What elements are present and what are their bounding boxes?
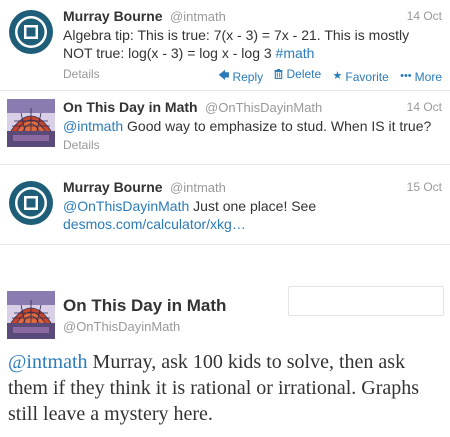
author-name[interactable]: On This Day in Math bbox=[63, 99, 198, 115]
favorite-button[interactable]: ★ Favorite bbox=[333, 69, 389, 85]
delete-label: Delete bbox=[286, 67, 322, 81]
tweet-text-body: Good way to emphasize to stud. When IS i… bbox=[123, 118, 432, 134]
expanded-tweet: On This Day in Math @OnThisDayinMath @in… bbox=[0, 244, 450, 437]
hashtag-link[interactable]: #math bbox=[276, 45, 315, 61]
intmath-logo-avatar[interactable] bbox=[7, 179, 55, 227]
polyhedron-dome-avatar[interactable] bbox=[7, 99, 55, 147]
mention-link[interactable]: @OnThisDayinMath bbox=[63, 198, 189, 214]
tweet-item[interactable]: On This Day in Math @OnThisDayinMath 14 … bbox=[0, 91, 450, 165]
favorite-label: Favorite bbox=[345, 69, 389, 84]
details-link[interactable]: Details bbox=[63, 67, 100, 81]
reply-arrow-icon: 🡄 bbox=[218, 70, 230, 82]
more-dots-icon: ••• bbox=[400, 70, 412, 82]
tweet-actions: 🡄 Reply Delete ★ Favorite ••• More bbox=[210, 66, 442, 85]
tweet-text: @OnThisDayinMath Just one place! See des… bbox=[63, 197, 442, 233]
reply-button[interactable]: 🡄 Reply bbox=[218, 69, 263, 85]
author-handle[interactable]: @intmath bbox=[170, 180, 226, 195]
expanded-author-handle[interactable]: @OnThisDayinMath bbox=[63, 319, 180, 334]
author-name[interactable]: Murray Bourne bbox=[63, 8, 163, 24]
tweet-timestamp[interactable]: 14 Oct bbox=[407, 100, 442, 114]
trash-icon bbox=[274, 69, 283, 79]
author-handle[interactable]: @intmath bbox=[170, 9, 226, 24]
tweet-text: Algebra tip: This is true: 7(x - 3) = 7x… bbox=[63, 26, 442, 62]
tweet-item[interactable]: Murray Bourne @intmath 14 Oct Algebra ti… bbox=[0, 0, 450, 91]
tweet-timestamp[interactable]: 14 Oct bbox=[407, 9, 442, 23]
tweet-item[interactable]: Murray Bourne @intmath 15 Oct @OnThisDay… bbox=[0, 165, 450, 244]
tweet-text-body: Just one place! See bbox=[189, 198, 317, 214]
follow-button-placeholder[interactable] bbox=[288, 286, 444, 316]
intmath-logo-avatar[interactable] bbox=[7, 8, 55, 56]
author-name[interactable]: Murray Bourne bbox=[63, 179, 163, 195]
polyhedron-dome-avatar[interactable] bbox=[7, 291, 55, 339]
expanded-author-name[interactable]: On This Day in Math bbox=[63, 296, 226, 316]
mention-link[interactable]: @intmath bbox=[8, 351, 88, 373]
delete-button[interactable]: Delete bbox=[274, 66, 321, 82]
tweet-text-body: Algebra tip: This is true: 7(x - 3) = 7x… bbox=[63, 27, 410, 61]
more-label: More bbox=[414, 69, 442, 84]
star-icon: ★ bbox=[332, 70, 343, 82]
details-link[interactable]: Details bbox=[63, 138, 100, 152]
expanded-tweet-text: @intmath Murray, ask 100 kids to solve, … bbox=[8, 349, 444, 427]
tweet-timestamp[interactable]: 15 Oct bbox=[407, 180, 442, 194]
mention-link[interactable]: @intmath bbox=[63, 118, 123, 134]
tweet-text: @intmath Good way to emphasize to stud. … bbox=[63, 117, 442, 135]
url-link[interactable]: desmos.com/calculator/xkg… bbox=[63, 216, 246, 232]
author-handle[interactable]: @OnThisDayinMath bbox=[205, 100, 322, 115]
more-button[interactable]: ••• More bbox=[400, 69, 442, 85]
reply-label: Reply bbox=[232, 69, 264, 84]
